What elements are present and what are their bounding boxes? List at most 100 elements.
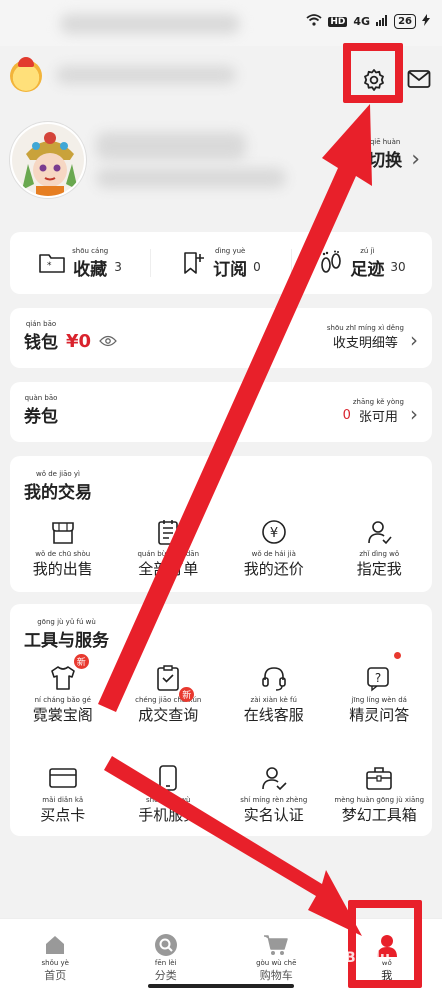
favorites-count: 3 (114, 260, 122, 274)
charging-icon (422, 14, 430, 29)
eye-icon[interactable] (99, 332, 117, 351)
my-trades-title: 我的交易 (24, 483, 92, 503)
favorites-item[interactable]: * shōu cáng 收藏 3 (10, 232, 150, 294)
coupon-count: 0 (342, 408, 351, 423)
coupon-detail-link[interactable]: 0 zhāng kě yòng 张可用 › (343, 398, 418, 425)
assigned-to-me-label: 指定我 (356, 560, 402, 578)
real-name-verify-label: 实名认证 (243, 806, 304, 824)
blurred-nickname (96, 132, 246, 160)
tab-home[interactable]: shǒu yè 首页 (0, 919, 111, 992)
shop-icon (51, 522, 74, 544)
costume-pavilion-label: 霓裳宝阁 (32, 706, 93, 724)
transaction-query-label: 成交查询 (138, 706, 199, 724)
profile-section: qiē huàn 切换 › (0, 110, 442, 220)
tab-home-label: 首页 (44, 969, 67, 982)
costume-pavilion-item[interactable]: 新 ní cháng bǎo gé 霓裳宝阁 (10, 654, 116, 725)
id-verify-icon (261, 767, 287, 791)
transaction-query-item[interactable]: 新 chéng jiāo chá xún 成交查询 (116, 660, 222, 725)
card-icon (48, 768, 77, 788)
character-avatar[interactable] (10, 122, 86, 198)
order-list-icon (158, 520, 179, 545)
online-support-item[interactable]: zài xiàn kè fú 在线客服 (221, 660, 327, 725)
chevron-right-icon: › (410, 328, 418, 352)
mobile-service-label: 手机服务 (138, 806, 199, 824)
online-support-label: 在线客服 (243, 706, 304, 724)
footprints-count: 30 (390, 260, 406, 274)
dream-toolbox-label: 梦幻工具箱 (341, 806, 417, 824)
favorites-label: 收藏 (73, 259, 108, 280)
tools-services-title: 工具与服务 (24, 631, 109, 651)
sprite-qa-label: 精灵问答 (349, 706, 410, 724)
toolbox-icon (366, 767, 393, 790)
coupon-detail-label: 张可用 (358, 410, 398, 425)
switch-account-button[interactable]: qiē huàn 切换 › (368, 138, 420, 171)
headset-icon (261, 667, 286, 691)
blurred-account-name (56, 66, 236, 84)
new-badge: 新 (73, 654, 89, 669)
user-assign-icon (368, 521, 392, 545)
character-mini-avatar[interactable] (10, 57, 42, 92)
coupon-card[interactable]: quàn bāo 券包 0 zhāng kě yòng 张可用 › (10, 382, 432, 442)
wifi-icon (306, 14, 322, 29)
buy-point-card-label: 买点卡 (40, 806, 86, 824)
favorites-card: * shōu cáng 收藏 3 dìng yuè 订阅 0 zú jì 足迹 (10, 232, 432, 294)
tshirt-icon (50, 666, 75, 690)
notification-dot (394, 652, 402, 659)
home-icon (46, 936, 65, 954)
my-trades-card: wǒ de jiāo yì 我的交易 wǒ de chū shòu 我的出售 q… (10, 456, 432, 592)
tab-category-label: 分类 (154, 969, 177, 982)
blurred-status-left (60, 14, 240, 34)
subscriptions-item[interactable]: dìng yuè 订阅 0 (151, 232, 291, 294)
assigned-to-me-item[interactable]: zhǐ dìng wǒ 指定我 (327, 514, 433, 579)
question-icon: ? (367, 667, 390, 692)
mail-button[interactable] (404, 64, 434, 94)
all-orders-item[interactable]: quán bù dìng dān 全部订单 (116, 514, 222, 579)
my-sales-label: 我的出售 (32, 560, 93, 578)
my-sales-item[interactable]: wǒ de chū shòu 我的出售 (10, 514, 116, 579)
coupon-label: 券包 (24, 407, 58, 427)
bookmark-plus-icon (184, 252, 205, 274)
home-indicator (148, 984, 294, 988)
wallet-card[interactable]: qián bāo 钱包 ¥0 shōu zhī míng xì děng 收支明… (10, 308, 432, 368)
phone-icon (159, 765, 178, 791)
wallet-detail-link[interactable]: shōu zhī míng xì děng 收支明细等 › (327, 324, 418, 351)
my-counteroffers-label: 我的还价 (243, 560, 304, 578)
status-bar: HD 4G 26 (0, 0, 442, 46)
footprints-label: 足迹 (350, 259, 385, 280)
svg-text:?: ? (375, 671, 381, 685)
signal-icon (376, 14, 388, 29)
yen-coin-icon: ¥ (261, 520, 286, 544)
tab-category[interactable]: fēn lèi 分类 (111, 919, 222, 992)
wallet-label: 钱包 (24, 333, 58, 353)
battery-indicator: 26 (394, 14, 416, 29)
hd-badge: HD (328, 16, 348, 27)
switch-label: 切换 (368, 151, 403, 171)
status-icons: HD 4G 26 (306, 14, 430, 29)
buy-point-card-item[interactable]: mǎi diǎn kǎ 买点卡 (10, 760, 116, 825)
dream-toolbox-item[interactable]: mèng huàn gōng jù xiāng 梦幻工具箱 (327, 760, 433, 825)
tools-services-card: gōng jù yǔ fú wù 工具与服务 新 ní cháng bǎo gé… (10, 604, 432, 836)
my-counteroffers-item[interactable]: ¥ wǒ de hái jià 我的还价 (221, 514, 327, 579)
footprints-item[interactable]: zú jì 足迹 30 (292, 232, 432, 294)
tab-cart[interactable]: gòu wù chē 购物车 (221, 919, 332, 992)
svg-text:*: * (47, 261, 52, 271)
subscriptions-count: 0 (253, 260, 261, 274)
all-orders-label: 全部订单 (138, 560, 199, 578)
wallet-detail-label: 收支明细等 (332, 336, 398, 351)
cart-icon (264, 935, 288, 955)
footprint-icon (321, 250, 342, 273)
mail-icon (407, 70, 431, 88)
svg-text:¥: ¥ (270, 526, 278, 541)
me-tab-highlight-box (348, 900, 422, 988)
settings-highlight-box (343, 43, 403, 103)
real-name-verify-item[interactable]: shí míng rèn zhèng 实名认证 (221, 760, 327, 825)
subscriptions-label: 订阅 (213, 259, 248, 280)
mobile-service-item[interactable]: shǒu jī fú wù 手机服务 (116, 760, 222, 825)
switch-pinyin: qiē huàn (369, 138, 401, 146)
sprite-qa-item[interactable]: ? jīng líng wèn dá 精灵问答 (327, 652, 433, 725)
signal-label: 4G (353, 15, 371, 28)
folder-icon: * (39, 254, 65, 273)
tab-cart-label: 购物车 (259, 969, 293, 982)
baidu-watermark: Baidu (345, 950, 390, 966)
blurred-server-info (96, 168, 286, 188)
